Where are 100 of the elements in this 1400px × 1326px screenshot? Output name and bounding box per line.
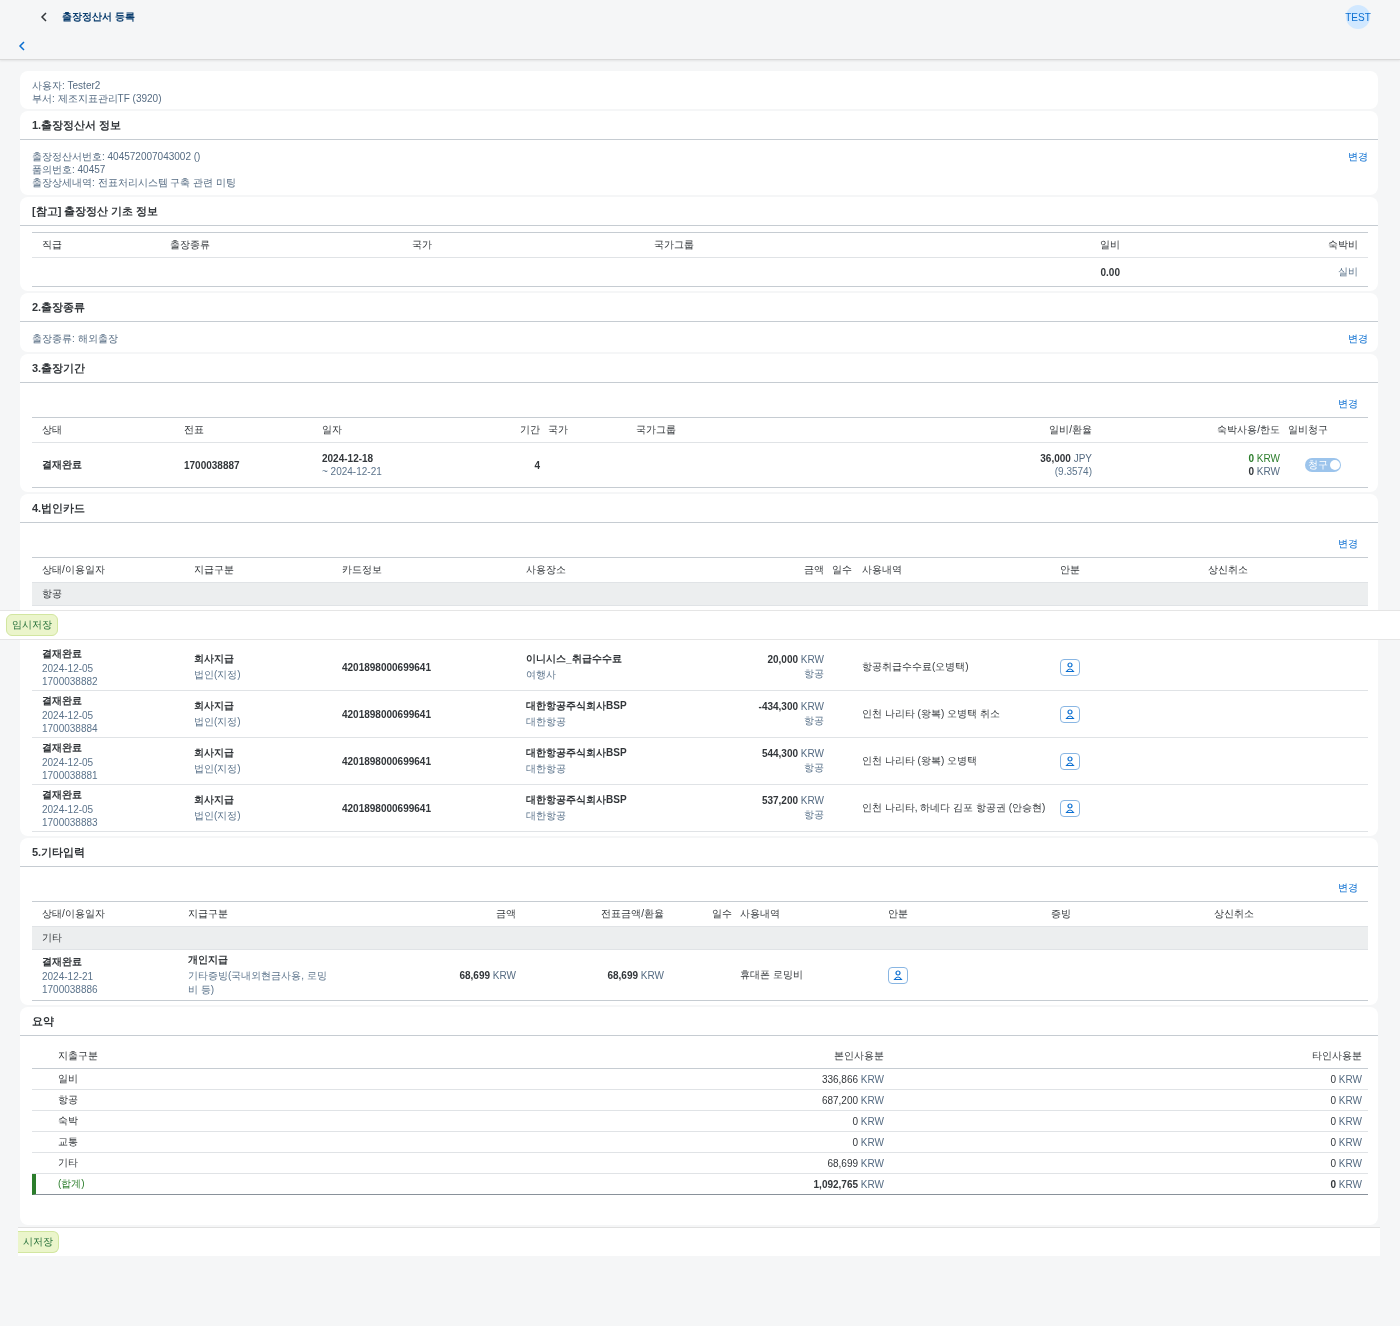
own-amount: 687,200 KRW (821, 1094, 884, 1106)
status-text: 결재완료 (42, 694, 83, 708)
column-header: 상신취소 (1208, 563, 1249, 577)
column-header: 국가그룹 (654, 238, 695, 252)
other-amount: 0 KRW (1330, 1094, 1362, 1106)
voucher-number: 1700038882 (42, 676, 99, 687)
daily-allowance: 36,000 JPY (1040, 453, 1092, 464)
payment-subtype: 법인(지정) (194, 762, 242, 776)
table-cell: 0.00 (1100, 266, 1120, 278)
column-header: 타인사용분 (1312, 1049, 1362, 1063)
person-icon (1065, 662, 1075, 672)
change-link[interactable]: 변경 (1338, 397, 1358, 411)
usage-date: 2024-12-05 (42, 804, 95, 815)
amount-text: 68,699 KRW (459, 969, 516, 981)
merchant-type: 대한항공 (526, 762, 567, 776)
column-header: 금액 (496, 907, 516, 921)
info-text: 출장정산서번호: 404572007043002 () (32, 150, 202, 163)
voucher-number: 1700038886 (42, 984, 99, 995)
amount-text: 537,200 KRW (761, 794, 824, 806)
person-button[interactable] (1060, 658, 1080, 676)
back-icon[interactable] (40, 12, 48, 22)
voucher-amount: 68,699 KRW (607, 969, 664, 981)
total-label: (합계) (58, 1177, 86, 1191)
temp-save-button[interactable]: 임시저장 (6, 614, 58, 636)
column-header: 일비/환율 (1049, 423, 1092, 437)
payment-subtype: 법인(지정) (194, 809, 242, 823)
own-amount: 0 KRW (852, 1115, 884, 1127)
column-header: 기간 (520, 423, 540, 437)
column-header: 전표금액/환율 (601, 907, 664, 921)
expense-type: 교통 (58, 1135, 79, 1149)
column-header: 사용장소 (526, 563, 567, 577)
section-title: 3.출장기간 (20, 354, 1378, 383)
merchant-name: 대한항공주식회사BSP (526, 746, 628, 760)
expense-type: 기타 (58, 1156, 79, 1170)
lodging-used: 0 KRW (1248, 453, 1280, 464)
column-header: 본인사용분 (834, 1049, 884, 1063)
payment-type: 개인지급 (188, 953, 229, 967)
voucher-number: 1700038881 (42, 770, 99, 781)
column-header: 금액 (804, 563, 824, 577)
merchant-name: 이니시스_취급수수료 (526, 652, 623, 666)
usage-date: 2024-12-05 (42, 710, 95, 721)
own-amount: 336,866 KRW (821, 1073, 884, 1085)
column-header: 지출구분 (58, 1049, 99, 1063)
section-title: 2.출장종류 (20, 293, 1378, 322)
own-total: 1,092,765 KRW (813, 1178, 884, 1190)
column-header: 일비 (1100, 238, 1120, 252)
other-amount: 0 KRW (1330, 1073, 1362, 1085)
column-header: 상신취소 (1214, 907, 1255, 921)
page-title: 출장정산서 등록 (62, 10, 135, 24)
amount-text: -434,300 KRW (758, 700, 824, 712)
status-text: 결재완료 (42, 741, 83, 755)
column-header: 숙박사용/한도 (1217, 423, 1280, 437)
payment-subtype: 법인(지정) (194, 715, 242, 729)
column-header: 사용내역 (862, 563, 903, 577)
user-avatar[interactable]: TEST (1346, 5, 1370, 29)
usage-date: 2024-12-05 (42, 663, 95, 674)
person-icon (1065, 803, 1075, 813)
change-link[interactable]: 변경 (1348, 150, 1368, 164)
column-header: 직급 (42, 238, 63, 252)
group-row: 기타 (32, 927, 1368, 950)
column-header: 출장종류 (170, 238, 211, 252)
usage-text: 인천 나리타 (왕복) 오병택 (862, 754, 978, 768)
change-link[interactable]: 변경 (1348, 332, 1368, 346)
status-text: 결재완료 (42, 788, 83, 802)
change-link[interactable]: 변경 (1338, 881, 1358, 895)
usage-date: 2024-12-21 (42, 971, 95, 982)
merchant-type: 여행사 (526, 668, 557, 682)
group-row: 항공 (32, 583, 1368, 606)
person-button[interactable] (1060, 799, 1080, 817)
status-text: 결재완료 (42, 955, 83, 969)
user-info-text: 부서: 제조지표관리TF (3920) (32, 92, 163, 105)
column-header: 국가 (412, 238, 433, 252)
column-header: 카드정보 (342, 563, 383, 577)
other-amount: 0 KRW (1330, 1136, 1362, 1148)
person-icon (1065, 756, 1075, 766)
lodging-limit: 0 KRW (1248, 466, 1280, 477)
temp-save-button[interactable]: 시저장 (18, 1231, 59, 1253)
person-button[interactable] (1060, 752, 1080, 770)
change-link[interactable]: 변경 (1338, 537, 1358, 551)
merchant-name: 대한항공주식회사BSP (526, 793, 628, 807)
column-header: 상태/이용일자 (42, 563, 106, 577)
payment-type: 회사지급 (194, 793, 235, 807)
amount-text: 544,300 KRW (761, 747, 824, 759)
usage-text: 항공취급수수료(오병택) (862, 660, 970, 674)
period-days: 4 (534, 459, 540, 471)
person-button[interactable] (1060, 705, 1080, 723)
person-icon (893, 970, 903, 980)
column-header: 일비청구 (1288, 423, 1329, 437)
amount-text: 20,000 KRW (767, 653, 824, 665)
section-title: [참고] 출장정산 기초 정보 (20, 197, 1378, 226)
column-header: 일수 (832, 563, 853, 577)
card-number: 4201898000699641 (342, 802, 432, 814)
section-title: 1.출장정산서 정보 (20, 111, 1378, 140)
section-title: 요약 (20, 1007, 1378, 1036)
payment-subtype: 법인(지정) (194, 668, 242, 682)
column-header: 국가그룹 (636, 423, 677, 437)
column-header: 일수 (712, 907, 732, 921)
column-header: 지급구분 (188, 907, 229, 921)
person-button[interactable] (888, 966, 908, 984)
merchant-type: 대한항공 (526, 809, 567, 823)
